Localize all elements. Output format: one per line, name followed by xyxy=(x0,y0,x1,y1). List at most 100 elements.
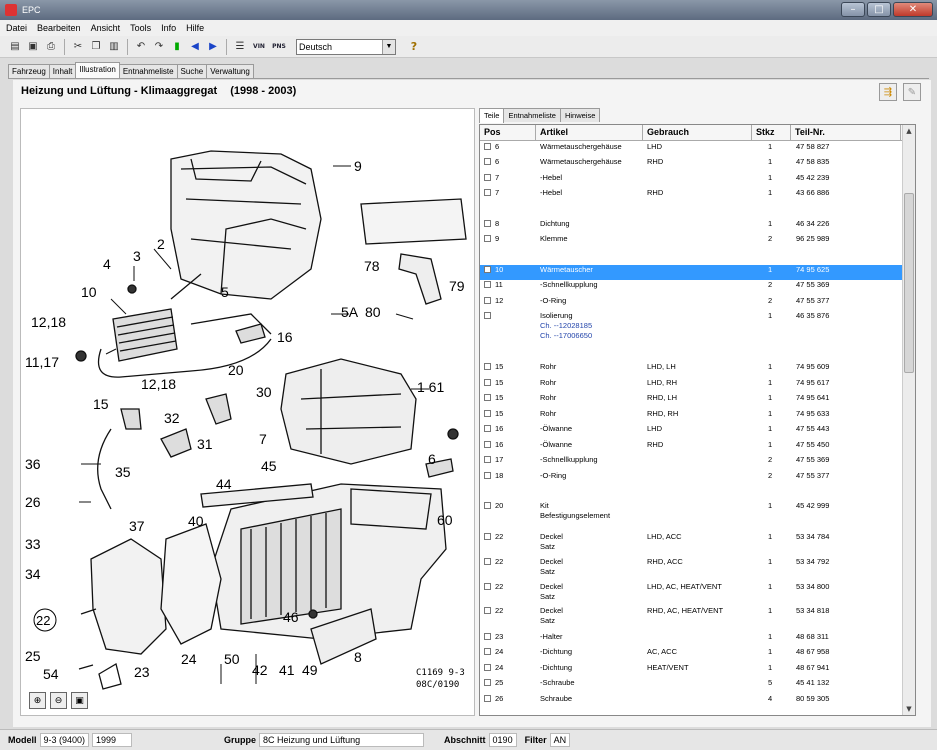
row-checkbox[interactable] xyxy=(484,533,491,540)
forward-arrow-icon[interactable]: ▶ xyxy=(205,39,221,55)
col-teilnr[interactable]: Teil-Nr. xyxy=(791,125,901,140)
tab-inhalt[interactable]: Inhalt xyxy=(48,64,77,78)
table-row[interactable]: 11 -Schnellkupplung 2 47 55 369 xyxy=(480,280,903,290)
row-checkbox[interactable] xyxy=(484,312,491,319)
maximize-button[interactable]: □ xyxy=(867,2,891,17)
open-icon[interactable]: ▤ xyxy=(7,39,23,55)
back-arrow-icon[interactable]: ◀ xyxy=(187,39,203,55)
table-row[interactable]: 15 Rohr RHD, RH 1 74 95 633 xyxy=(480,409,903,419)
zoom-out-icon[interactable]: ⊖ xyxy=(50,692,67,709)
table-row[interactable]: 23 -Halter 1 48 68 311 xyxy=(480,632,903,642)
row-checkbox[interactable] xyxy=(484,220,491,227)
scroll-up-icon[interactable]: ▲ xyxy=(903,125,915,137)
vertical-scrollbar[interactable]: ▲ ▼ xyxy=(902,125,915,715)
row-checkbox[interactable] xyxy=(484,583,491,590)
parts-list-icon[interactable]: ☰ xyxy=(232,39,248,55)
row-checkbox[interactable] xyxy=(484,425,491,432)
table-row[interactable]: 24 -Dichtung AC, ACC 1 48 67 958 xyxy=(480,647,903,657)
row-checkbox[interactable] xyxy=(484,410,491,417)
row-checkbox[interactable] xyxy=(484,363,491,370)
row-checkbox[interactable] xyxy=(484,158,491,165)
row-checkbox[interactable] xyxy=(484,558,491,565)
menu-ansicht[interactable]: Ansicht xyxy=(91,23,121,33)
add-to-list-icon[interactable]: ⇶ xyxy=(879,83,897,101)
menu-hilfe[interactable]: Hilfe xyxy=(186,23,204,33)
tab-illustration[interactable]: Illustration xyxy=(75,62,120,78)
help-icon[interactable]: ? xyxy=(406,39,422,55)
row-checkbox[interactable] xyxy=(484,472,491,479)
close-button[interactable]: ✕ xyxy=(893,2,933,17)
col-pos[interactable]: Pos xyxy=(480,125,536,140)
row-checkbox[interactable] xyxy=(484,266,491,273)
undo-icon[interactable]: ↶ xyxy=(133,39,149,55)
table-row[interactable]: 22 Deckel Satz RHD, AC, HEAT/VENT 1 53 34 818 xyxy=(480,606,903,626)
zoom-in-icon[interactable]: ⊕ xyxy=(29,692,46,709)
table-row[interactable]: 6 Wärmetauschergehäuse RHD 1 47 58 835 xyxy=(480,157,903,167)
table-row[interactable]: 8 Dichtung 1 46 34 226 xyxy=(480,219,903,229)
zoom-fit-icon[interactable]: ▣ xyxy=(71,692,88,709)
tab-verwaltung[interactable]: Verwaltung xyxy=(206,64,254,78)
col-gebrauch[interactable]: Gebrauch xyxy=(643,125,752,140)
table-row[interactable]: 18 -O-Ring 2 47 55 377 xyxy=(480,471,903,481)
row-checkbox[interactable] xyxy=(484,235,491,242)
pns-button[interactable]: PNS xyxy=(270,39,288,55)
row-checkbox[interactable] xyxy=(484,648,491,655)
row-checkbox[interactable] xyxy=(484,143,491,150)
table-row[interactable]: 22 Deckel Satz LHD, ACC 1 53 34 784 xyxy=(480,532,903,552)
tab-entnahmeliste-sub[interactable]: Entnahmeliste xyxy=(503,108,561,122)
print-icon[interactable]: ⎙ xyxy=(43,39,59,55)
tab-suche[interactable]: Suche xyxy=(176,64,208,78)
table-row[interactable]: 7 -Hebel RHD 1 43 66 886 xyxy=(480,188,903,198)
copy-icon[interactable]: ❐ xyxy=(88,39,104,55)
tab-fahrzeug[interactable]: Fahrzeug xyxy=(8,64,50,78)
menu-info[interactable]: Info xyxy=(161,23,176,33)
table-row[interactable]: 15 Rohr LHD, RH 1 74 95 617 xyxy=(480,378,903,388)
row-checkbox[interactable] xyxy=(484,297,491,304)
language-select[interactable]: Deutsch ▼ xyxy=(296,38,396,55)
row-checkbox[interactable] xyxy=(484,679,491,686)
scroll-thumb[interactable] xyxy=(904,193,914,373)
row-checkbox[interactable] xyxy=(484,695,491,702)
table-row[interactable]: 24 -Dichtung HEAT/VENT 1 48 67 941 xyxy=(480,663,903,673)
row-checkbox[interactable] xyxy=(484,664,491,671)
table-row[interactable]: 17 -Schnellkupplung 2 47 55 369 xyxy=(480,455,903,465)
row-checkbox[interactable] xyxy=(484,174,491,181)
edit-note-icon[interactable]: ✎ xyxy=(903,83,921,101)
minimize-button[interactable]: – xyxy=(841,2,865,17)
col-stkz[interactable]: Stkz xyxy=(752,125,791,140)
row-checkbox[interactable] xyxy=(484,607,491,614)
table-row[interactable]: 9 Klemme 2 96 25 989 xyxy=(480,234,903,244)
table-row[interactable]: 22 Deckel Satz LHD, AC, HEAT/VENT 1 53 34 800 xyxy=(480,582,903,602)
menu-datei[interactable]: Datei xyxy=(6,23,27,33)
table-row[interactable]: 6 Wärmetauschergehäuse LHD 1 47 58 827 xyxy=(480,142,903,152)
row-checkbox[interactable] xyxy=(484,379,491,386)
table-row[interactable]: 20 Kit Befestigungselement 1 45 42 999 xyxy=(480,501,903,521)
row-checkbox[interactable] xyxy=(484,394,491,401)
table-row[interactable]: 15 Rohr RHD, LH 1 74 95 641 xyxy=(480,393,903,403)
tab-teile[interactable]: Teile xyxy=(479,108,505,123)
vin-button[interactable]: VIN xyxy=(250,39,268,55)
table-row[interactable]: 7 -Hebel 1 45 42 239 xyxy=(480,173,903,183)
menu-tools[interactable]: Tools xyxy=(130,23,151,33)
row-checkbox[interactable] xyxy=(484,502,491,509)
table-row[interactable]: 26 Schraube 4 80 59 305 xyxy=(480,694,903,704)
save-icon[interactable]: ▣ xyxy=(25,39,41,55)
table-row[interactable]: 16 -Ölwanne RHD 1 47 55 450 xyxy=(480,440,903,450)
row-checkbox[interactable] xyxy=(484,633,491,640)
redo-icon[interactable]: ↷ xyxy=(151,39,167,55)
table-row[interactable]: 12 -O-Ring 2 47 55 377 xyxy=(480,296,903,306)
table-row[interactable]: 10 Wärmetauscher 1 74 95 625 xyxy=(480,265,903,280)
table-row[interactable]: 25 -Schraube 5 45 41 132 xyxy=(480,678,903,688)
menu-bearbeiten[interactable]: Bearbeiten xyxy=(37,23,81,33)
tab-entnahmeliste[interactable]: Entnahmeliste xyxy=(118,64,178,78)
table-row[interactable]: 15 Rohr LHD, LH 1 74 95 609 xyxy=(480,362,903,372)
row-checkbox[interactable] xyxy=(484,189,491,196)
paste-icon[interactable]: ▥ xyxy=(106,39,122,55)
row-checkbox[interactable] xyxy=(484,281,491,288)
row-checkbox[interactable] xyxy=(484,441,491,448)
bookmark-icon[interactable]: ▮ xyxy=(169,39,185,55)
tab-hinweise[interactable]: Hinweise xyxy=(559,108,601,122)
row-checkbox[interactable] xyxy=(484,456,491,463)
scroll-down-icon[interactable]: ▼ xyxy=(903,703,915,715)
cut-icon[interactable]: ✂ xyxy=(70,39,86,55)
